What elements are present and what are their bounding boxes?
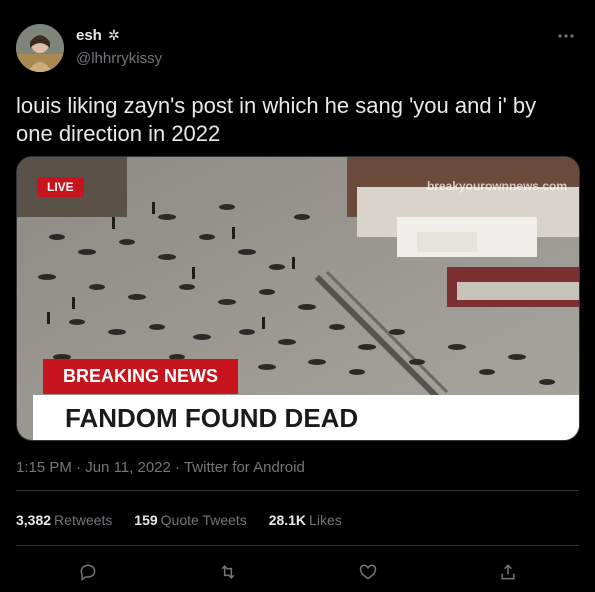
meta-separator: ·: [175, 459, 181, 476]
tweet-stats: 3,382 Retweets 159 Quote Tweets 28.1K Likes: [16, 512, 360, 528]
watermark-text: breakyourownnews.com: [426, 179, 567, 193]
tweet-actions: [0, 556, 595, 588]
tweet-source[interactable]: Twitter for Android: [184, 459, 305, 476]
retweets-label: Retweets: [54, 512, 113, 528]
quotes-label: Quote Tweets: [160, 512, 247, 528]
reply-icon[interactable]: [72, 556, 104, 588]
tweet-meta: 1:15 PM · Jun 11, 2022 · Twitter for And…: [16, 459, 305, 476]
likes-count: 28.1K: [268, 512, 307, 528]
more-horizontal-icon[interactable]: [557, 26, 575, 44]
meta-separator: ·: [76, 459, 82, 476]
retweets-stat[interactable]: 3,382 Retweets: [16, 512, 112, 528]
share-icon[interactable]: [492, 556, 524, 588]
display-name[interactable]: esh ✲: [76, 27, 120, 44]
tweet-date[interactable]: Jun 11, 2022: [85, 459, 171, 476]
avatar-image: [16, 24, 64, 72]
display-name-text: esh: [76, 27, 102, 44]
quotes-count: 159: [134, 512, 158, 528]
user-handle[interactable]: @lhhrrykissy: [76, 50, 162, 67]
divider: [16, 545, 579, 546]
tweet-media[interactable]: LIVE breakyourownnews.com BREAKING NEWS …: [16, 156, 580, 441]
avatar[interactable]: [16, 24, 64, 72]
like-icon[interactable]: [352, 556, 384, 588]
retweet-icon[interactable]: [212, 556, 244, 588]
name-badge: ✲: [108, 27, 120, 43]
retweets-count: 3,382: [16, 512, 52, 528]
live-badge: LIVE: [37, 177, 84, 197]
likes-stat[interactable]: 28.1K Likes: [269, 512, 342, 528]
breaking-news-banner: BREAKING NEWS: [43, 359, 238, 394]
quotes-stat[interactable]: 159 Quote Tweets: [134, 512, 247, 528]
headline-ticker: FANDOM FOUND DEAD: [33, 395, 579, 440]
tweet-text: louis liking zayn's post in which he san…: [16, 93, 537, 146]
tweet: esh ✲ @lhhrrykissy louis liking zayn's p…: [0, 0, 595, 592]
divider: [16, 490, 579, 491]
tweet-time[interactable]: 1:15 PM: [16, 459, 72, 476]
likes-label: Likes: [309, 512, 342, 528]
